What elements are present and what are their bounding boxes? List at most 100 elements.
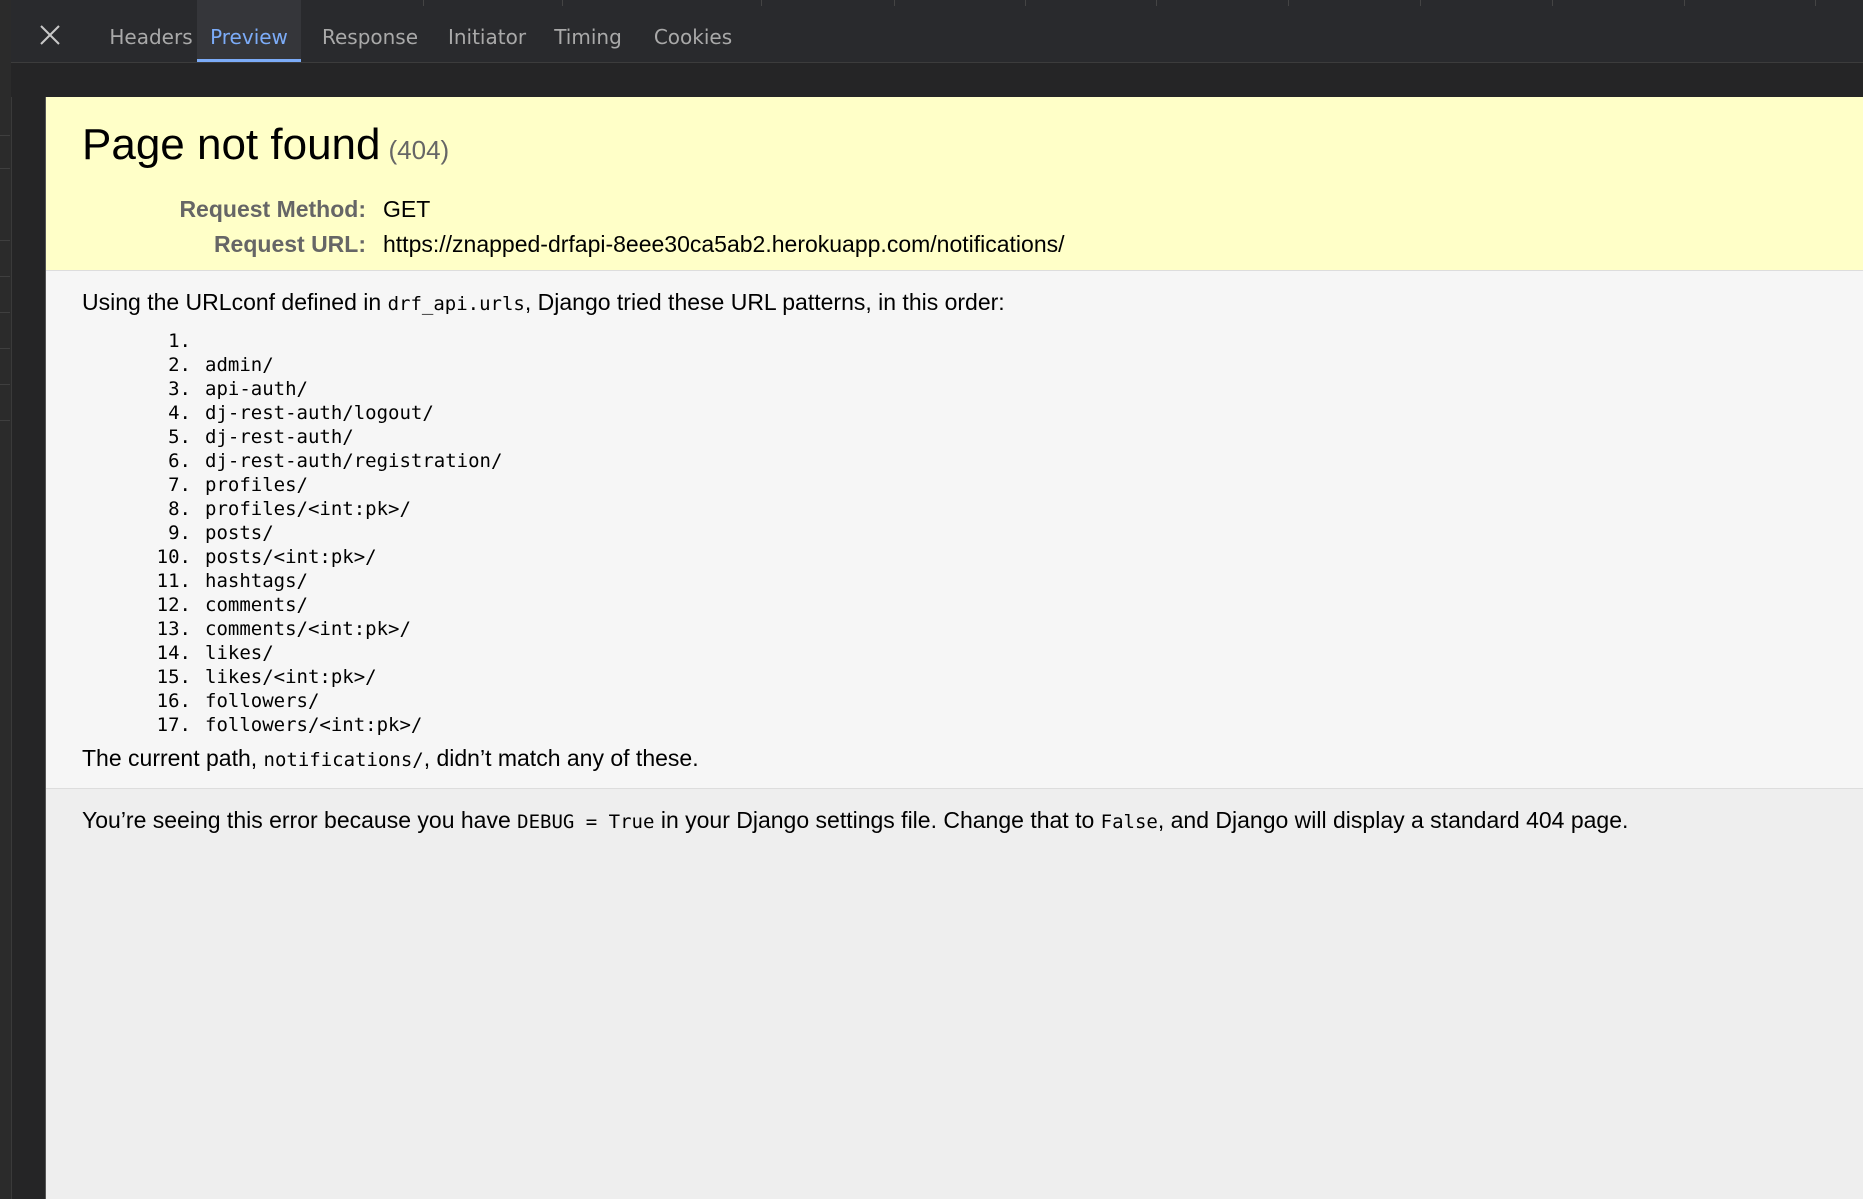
url-patterns-section: Using the URLconf defined in drf_api.url… — [46, 271, 1863, 789]
column-divider — [1552, 0, 1553, 6]
tab-headers[interactable]: Headers — [101, 0, 201, 62]
debug-note: You’re seeing this error because you hav… — [82, 805, 1828, 837]
url-pattern-item: 8. profiles/<int:pk>/ — [82, 497, 1828, 521]
url-pattern-path: api-auth/ — [205, 378, 308, 400]
url-pattern-number: 1. — [168, 330, 191, 352]
url-pattern-number: 8. — [168, 498, 191, 520]
urlconf-prefix: Using the URLconf defined in — [82, 289, 388, 315]
close-icon-glyph — [40, 25, 60, 45]
url-pattern-path: comments/<int:pk>/ — [205, 618, 411, 640]
gutter-tick — [0, 135, 10, 136]
url-pattern-number: 4. — [168, 402, 191, 424]
url-pattern-list: 1. 2. admin/3. api-auth/4. dj-rest-auth/logo… — [82, 329, 1828, 737]
gutter-tick — [0, 384, 10, 385]
url-pattern-number: 14. — [156, 642, 191, 664]
gutter-tick — [0, 420, 10, 421]
debug-suffix: , and Django will display a standard 404… — [1157, 807, 1629, 833]
gutter-tick — [0, 168, 10, 169]
url-pattern-number: 2. — [168, 354, 191, 376]
url-pattern-number: 10. — [156, 546, 191, 568]
tab-cookies[interactable]: Cookies — [641, 0, 745, 62]
request-meta-table: Request Method: GET Request URL: https:/… — [82, 192, 1065, 262]
tab-initiator[interactable]: Initiator — [436, 0, 538, 62]
debug-prefix: You’re seeing this error because you hav… — [82, 807, 518, 833]
current-path: notifications/ — [263, 749, 424, 771]
current-path-prefix: The current path, — [82, 745, 264, 771]
tab-preview[interactable]: Preview — [197, 0, 301, 62]
column-divider — [1684, 0, 1685, 6]
request-method-value: GET — [383, 196, 431, 222]
url-pattern-item: 11. hashtags/ — [82, 569, 1828, 593]
url-pattern-path: dj-rest-auth/logout/ — [205, 402, 434, 424]
left-gutter — [0, 0, 12, 1199]
current-path-note: The current path, notifications/, didn’t… — [82, 743, 1828, 775]
debug-explanation: You’re seeing this error because you hav… — [46, 789, 1863, 837]
url-pattern-item: 2. admin/ — [82, 353, 1828, 377]
current-path-suffix: , didn’t match any of these. — [423, 745, 699, 771]
url-pattern-path: likes/ — [205, 642, 274, 664]
url-pattern-path: profiles/ — [205, 474, 308, 496]
url-pattern-path: admin/ — [205, 354, 274, 376]
url-pattern-item: 4. dj-rest-auth/logout/ — [82, 401, 1828, 425]
urlconf-suffix: , Django tried these URL patterns, in th… — [524, 289, 1005, 315]
column-divider — [761, 0, 762, 6]
url-pattern-path: posts/ — [205, 522, 274, 544]
panel-spacer — [11, 63, 1863, 97]
url-pattern-path: dj-rest-auth/ — [205, 426, 354, 448]
url-pattern-path: likes/<int:pk>/ — [205, 666, 377, 688]
url-pattern-item: 14. likes/ — [82, 641, 1828, 665]
request-url-label: Request URL: — [213, 231, 366, 257]
detail-tab-bar: Headers Preview Response Initiator Timin… — [11, 0, 1863, 63]
urlconf-module: drf_api.urls — [387, 293, 525, 315]
gutter-tick — [0, 276, 10, 277]
url-pattern-item: 16. followers/ — [82, 689, 1828, 713]
url-pattern-number: 15. — [156, 666, 191, 688]
url-pattern-path: followers/ — [205, 690, 320, 712]
request-url-value: https://znapped-drfapi-8eee30ca5ab2.hero… — [383, 231, 1065, 257]
column-divider — [1420, 0, 1421, 6]
debug-middle: in your Django settings file. Change tha… — [654, 807, 1101, 833]
url-pattern-item: 3. api-auth/ — [82, 377, 1828, 401]
url-pattern-path: dj-rest-auth/registration/ — [205, 450, 503, 472]
column-divider — [894, 0, 895, 6]
url-pattern-item: 13. comments/<int:pk>/ — [82, 617, 1828, 641]
url-pattern-item: 5. dj-rest-auth/ — [82, 425, 1828, 449]
tab-timing[interactable]: Timing — [543, 0, 633, 62]
urlconf-intro: Using the URLconf defined in drf_api.url… — [82, 287, 1828, 319]
url-pattern-path: posts/<int:pk>/ — [205, 546, 377, 568]
debug-setting: DEBUG = True — [517, 811, 655, 833]
request-method-label: Request Method: — [179, 196, 366, 222]
url-pattern-number: 3. — [168, 378, 191, 400]
url-pattern-number: 17. — [156, 714, 191, 736]
url-pattern-item: 1. — [82, 329, 1828, 353]
url-pattern-number: 7. — [168, 474, 191, 496]
close-icon[interactable] — [37, 22, 63, 48]
url-pattern-item: 12. comments/ — [82, 593, 1828, 617]
column-divider — [1815, 0, 1816, 6]
column-divider — [1156, 0, 1157, 6]
tab-response[interactable]: Response — [315, 0, 425, 62]
gutter-tick — [0, 348, 10, 349]
url-pattern-number: 11. — [156, 570, 191, 592]
url-pattern-item: 6. dj-rest-auth/registration/ — [82, 449, 1828, 473]
url-pattern-path: hashtags/ — [205, 570, 308, 592]
url-pattern-path: comments/ — [205, 594, 308, 616]
url-pattern-number: 9. — [168, 522, 191, 544]
gutter-tick — [0, 312, 10, 313]
request-url-row: Request URL: https://znapped-drfapi-8eee… — [82, 227, 1065, 262]
page-title-text: Page not found — [82, 120, 381, 169]
debug-false-value: False — [1100, 811, 1158, 833]
url-pattern-item: 7. profiles/ — [82, 473, 1828, 497]
column-divider — [1288, 0, 1289, 6]
column-divider — [1025, 0, 1026, 6]
url-pattern-item: 15. likes/<int:pk>/ — [82, 665, 1828, 689]
request-method-row: Request Method: GET — [82, 192, 1065, 227]
url-pattern-number: 13. — [156, 618, 191, 640]
url-pattern-number: 6. — [168, 450, 191, 472]
url-pattern-number: 5. — [168, 426, 191, 448]
error-summary: Page not found (404) Request Method: GET … — [46, 97, 1863, 271]
gutter-tick — [0, 240, 10, 241]
url-pattern-number: 16. — [156, 690, 191, 712]
devtools-network-panel: Headers Preview Response Initiator Timin… — [0, 0, 1863, 1199]
url-pattern-item: 9. posts/ — [82, 521, 1828, 545]
